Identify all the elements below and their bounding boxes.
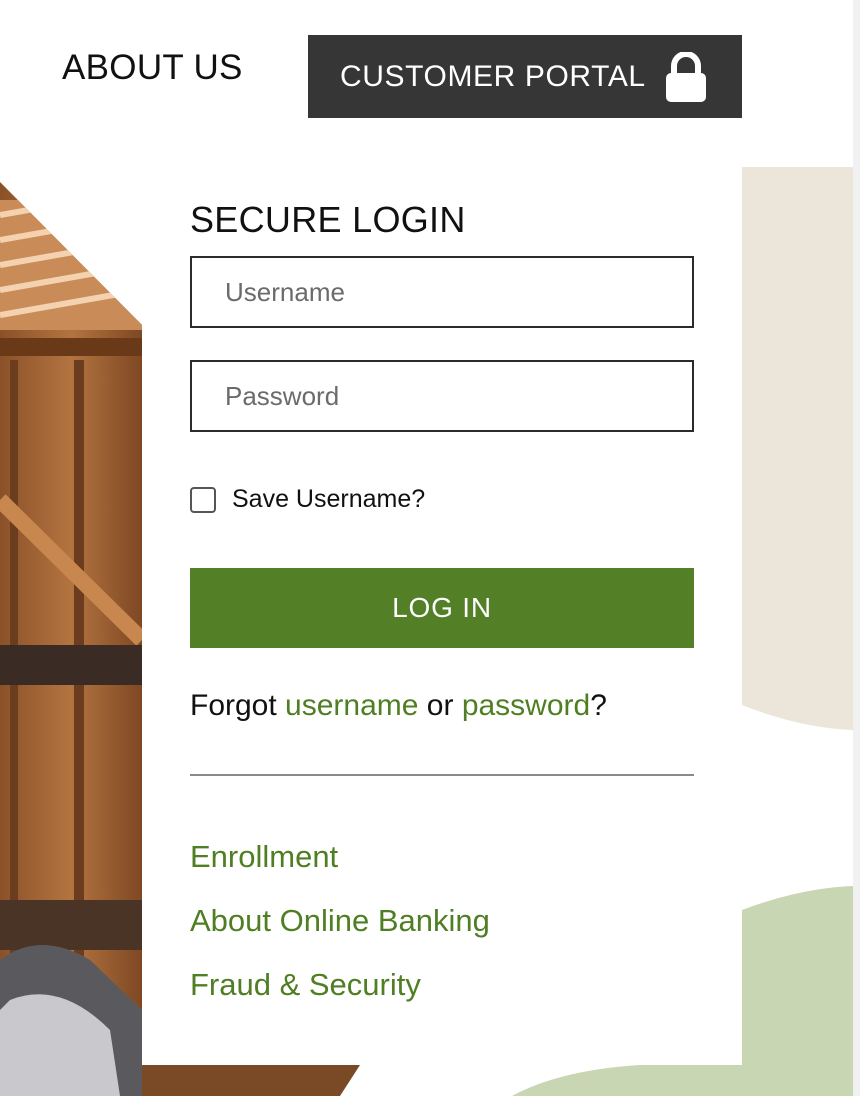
save-username-checkbox[interactable] bbox=[190, 486, 216, 513]
forgot-password-link[interactable]: password bbox=[462, 689, 590, 722]
enrollment-link[interactable]: Enrollment bbox=[190, 839, 490, 875]
customer-portal-button[interactable]: CUSTOMER PORTAL bbox=[308, 35, 742, 118]
barn-photo bbox=[0, 182, 142, 1096]
lock-icon bbox=[665, 51, 706, 102]
help-links: Enrollment About Online Banking Fraud & … bbox=[190, 839, 490, 1003]
scrollbar-track[interactable] bbox=[853, 0, 860, 1096]
barn-photo-bottom bbox=[142, 1065, 360, 1096]
login-card: SECURE LOGIN Save Username? LOG IN Forgo… bbox=[142, 167, 742, 1065]
customer-portal-label: CUSTOMER PORTAL bbox=[340, 59, 646, 93]
divider bbox=[190, 774, 694, 776]
username-input[interactable] bbox=[190, 256, 694, 328]
login-title: SECURE LOGIN bbox=[190, 199, 466, 240]
beige-shape bbox=[742, 167, 853, 730]
forgot-prefix: Forgot bbox=[190, 689, 286, 722]
save-username-label: Save Username? bbox=[232, 485, 426, 513]
fraud-security-link[interactable]: Fraud & Security bbox=[190, 967, 490, 1003]
about-online-banking-link[interactable]: About Online Banking bbox=[190, 903, 490, 939]
about-us-link[interactable]: ABOUT US bbox=[62, 48, 243, 88]
forgot-credentials-text: Forgot username or password? bbox=[190, 689, 607, 723]
forgot-username-link[interactable]: username bbox=[285, 689, 418, 722]
password-input[interactable] bbox=[190, 360, 694, 432]
forgot-suffix: ? bbox=[590, 689, 607, 722]
log-in-button[interactable]: LOG IN bbox=[190, 568, 694, 648]
save-username-row[interactable]: Save Username? bbox=[190, 485, 425, 514]
forgot-middle: or bbox=[418, 689, 462, 722]
